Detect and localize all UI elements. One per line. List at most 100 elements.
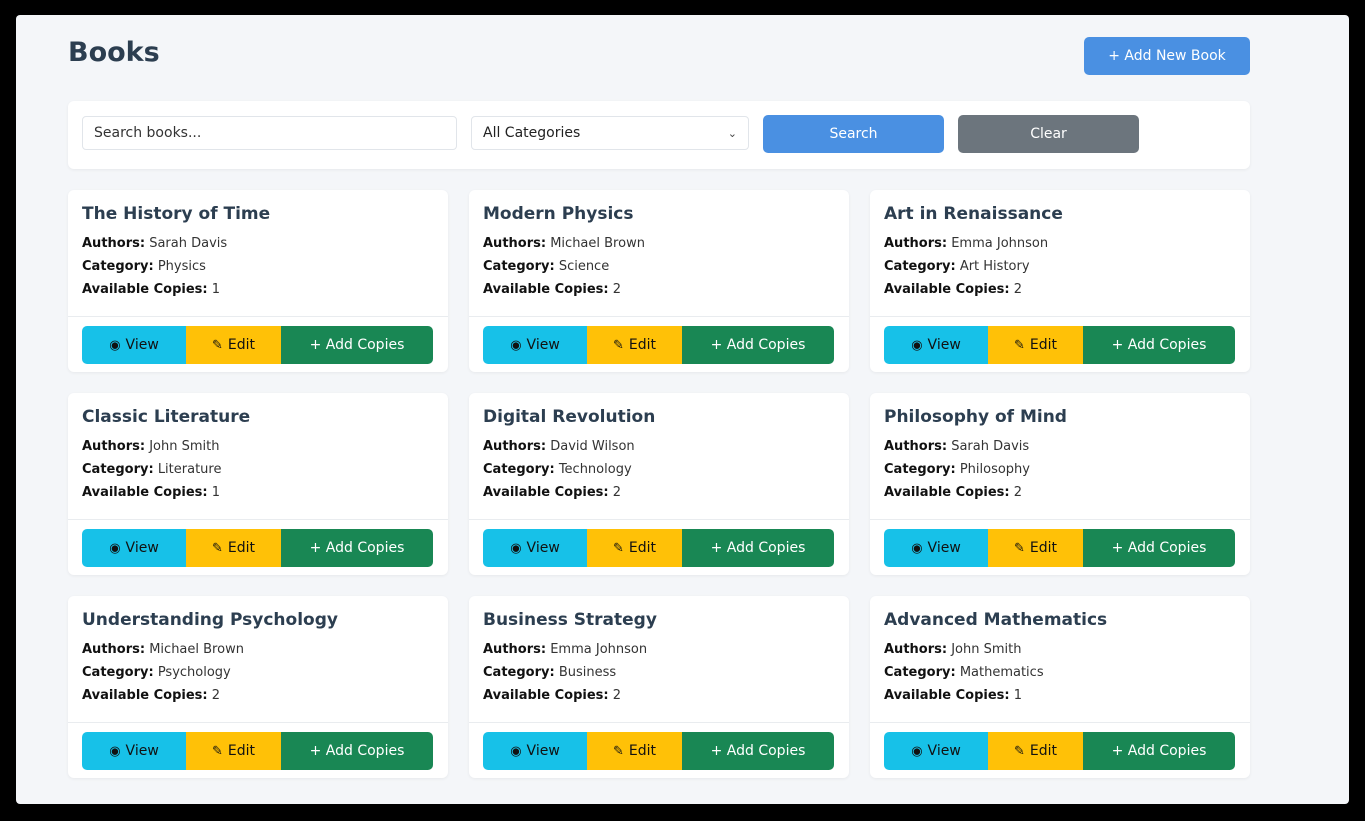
- screenshot-frame: Books + Add New Book All Categories ⌄ Se…: [0, 0, 1365, 821]
- clear-button[interactable]: Clear: [958, 115, 1139, 153]
- book-title: Digital Revolution: [483, 407, 656, 427]
- edit-button[interactable]: ✎ Edit: [587, 732, 682, 770]
- add-copies-button[interactable]: + Add Copies: [682, 732, 834, 770]
- book-authors: Authors: John Smith: [82, 435, 434, 458]
- edit-icon: ✎: [1013, 337, 1025, 353]
- copies-label: Available Copies:: [483, 282, 609, 297]
- authors-label: Authors:: [483, 642, 547, 657]
- book-category: Category: Physics: [82, 255, 434, 278]
- edit-icon: ✎: [211, 743, 223, 759]
- view-label: View: [927, 540, 961, 556]
- view-button[interactable]: ◉ View: [483, 326, 587, 364]
- edit-button[interactable]: ✎ Edit: [587, 326, 682, 364]
- book-authors: Authors: Michael Brown: [82, 638, 434, 661]
- book-title: The History of Time: [82, 204, 271, 224]
- eye-icon: ◉: [109, 743, 121, 759]
- view-label: View: [927, 743, 961, 759]
- authors-label: Authors:: [82, 236, 146, 251]
- add-new-book-button[interactable]: + Add New Book: [1084, 37, 1250, 75]
- category-label: Category:: [884, 665, 956, 680]
- search-panel: All Categories ⌄ Search Clear: [68, 101, 1250, 169]
- edit-label: Edit: [1029, 337, 1058, 353]
- view-button[interactable]: ◉ View: [483, 529, 587, 567]
- book-card: Business Strategy Authors: Emma Johnson …: [469, 596, 849, 778]
- book-actions: ◉ View ✎ Edit + Add Copies: [483, 326, 834, 364]
- view-button[interactable]: ◉ View: [884, 326, 988, 364]
- edit-button[interactable]: ✎ Edit: [587, 529, 682, 567]
- copies-label: Available Copies:: [82, 282, 208, 297]
- book-actions: ◉ View ✎ Edit + Add Copies: [82, 732, 433, 770]
- view-label: View: [526, 337, 560, 353]
- search-button[interactable]: Search: [763, 115, 944, 153]
- edit-button[interactable]: ✎ Edit: [988, 529, 1083, 567]
- edit-icon: ✎: [612, 743, 624, 759]
- add-copies-button[interactable]: + Add Copies: [281, 326, 433, 364]
- edit-button[interactable]: ✎ Edit: [186, 732, 281, 770]
- page-title: Books: [68, 37, 160, 68]
- copies-value: 2: [612, 282, 622, 297]
- book-card: Understanding Psychology Authors: Michae…: [68, 596, 448, 778]
- edit-label: Edit: [628, 540, 657, 556]
- eye-icon: ◉: [109, 540, 121, 556]
- search-input[interactable]: [82, 116, 457, 150]
- edit-button[interactable]: ✎ Edit: [988, 326, 1083, 364]
- book-copies: Available Copies: 2: [483, 684, 835, 707]
- view-label: View: [125, 743, 159, 759]
- edit-button[interactable]: ✎ Edit: [186, 529, 281, 567]
- category-value: Literature: [157, 462, 222, 477]
- view-button[interactable]: ◉ View: [884, 732, 988, 770]
- copies-label: Available Copies:: [82, 485, 208, 500]
- copies-label: Available Copies:: [483, 485, 609, 500]
- eye-icon: ◉: [109, 337, 121, 353]
- edit-icon: ✎: [612, 540, 624, 556]
- book-card-body: Philosophy of Mind Authors: Sarah Davis …: [870, 393, 1250, 520]
- view-label: View: [125, 337, 159, 353]
- category-label: Category:: [483, 462, 555, 477]
- add-copies-button[interactable]: + Add Copies: [1083, 732, 1235, 770]
- authors-value: Sarah Davis: [951, 439, 1030, 454]
- book-title: Advanced Mathematics: [884, 610, 1108, 630]
- view-button[interactable]: ◉ View: [82, 529, 186, 567]
- book-card-body: Advanced Mathematics Authors: John Smith…: [870, 596, 1250, 723]
- book-actions: ◉ View ✎ Edit + Add Copies: [483, 529, 834, 567]
- eye-icon: ◉: [510, 337, 522, 353]
- view-label: View: [526, 743, 560, 759]
- book-card-body: Modern Physics Authors: Michael Brown Ca…: [469, 190, 849, 317]
- view-button[interactable]: ◉ View: [82, 732, 186, 770]
- book-grid: The History of Time Authors: Sarah Davis…: [68, 190, 1250, 778]
- book-title: Modern Physics: [483, 204, 634, 224]
- view-button[interactable]: ◉ View: [483, 732, 587, 770]
- category-value: Philosophy: [959, 462, 1030, 477]
- copies-value: 1: [1013, 688, 1023, 703]
- add-copies-button[interactable]: + Add Copies: [682, 529, 834, 567]
- book-authors: Authors: Michael Brown: [483, 232, 835, 255]
- add-copies-button[interactable]: + Add Copies: [682, 326, 834, 364]
- book-title: Classic Literature: [82, 407, 251, 427]
- view-button[interactable]: ◉ View: [884, 529, 988, 567]
- book-category: Category: Mathematics: [884, 661, 1236, 684]
- category-select-value: All Categories: [483, 125, 581, 141]
- edit-button[interactable]: ✎ Edit: [186, 326, 281, 364]
- category-select[interactable]: All Categories ⌄: [471, 116, 749, 150]
- copies-label: Available Copies:: [884, 688, 1010, 703]
- copies-value: 1: [211, 282, 221, 297]
- authors-value: John Smith: [951, 642, 1022, 657]
- view-button[interactable]: ◉ View: [82, 326, 186, 364]
- book-category: Category: Technology: [483, 458, 835, 481]
- book-card: Digital Revolution Authors: David Wilson…: [469, 393, 849, 575]
- book-card: Classic Literature Authors: John Smith C…: [68, 393, 448, 575]
- edit-button[interactable]: ✎ Edit: [988, 732, 1083, 770]
- add-copies-button[interactable]: + Add Copies: [281, 732, 433, 770]
- book-category: Category: Science: [483, 255, 835, 278]
- edit-label: Edit: [227, 337, 256, 353]
- book-title: Business Strategy: [483, 610, 657, 630]
- authors-value: David Wilson: [550, 439, 635, 454]
- book-actions: ◉ View ✎ Edit + Add Copies: [82, 326, 433, 364]
- add-copies-button[interactable]: + Add Copies: [1083, 529, 1235, 567]
- authors-label: Authors:: [884, 642, 948, 657]
- category-value: Technology: [558, 462, 632, 477]
- category-label: Category:: [884, 259, 956, 274]
- add-copies-button[interactable]: + Add Copies: [1083, 326, 1235, 364]
- book-authors: Authors: Sarah Davis: [884, 435, 1236, 458]
- add-copies-button[interactable]: + Add Copies: [281, 529, 433, 567]
